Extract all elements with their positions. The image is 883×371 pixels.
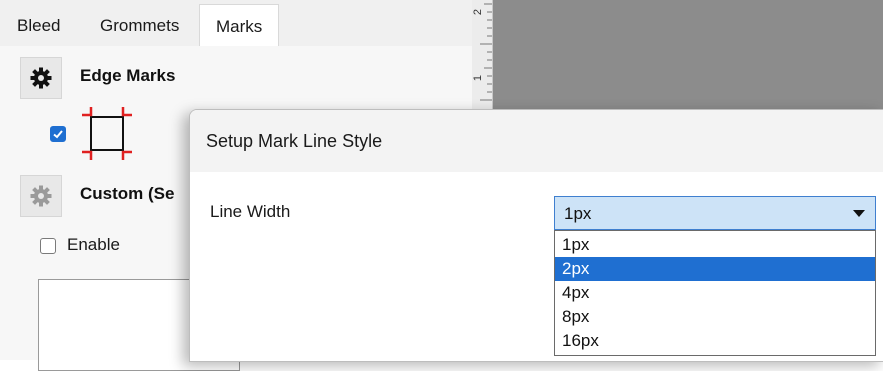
- ruler-ticks: [480, 3, 492, 101]
- edge-marks-preview-icon: [82, 107, 132, 160]
- gear-icon: [30, 67, 52, 89]
- edge-marks-checkbox[interactable]: [50, 126, 66, 142]
- edge-marks-title: Edge Marks: [80, 66, 176, 85]
- tab-marks[interactable]: Marks: [199, 4, 280, 47]
- line-width-label: Line Width: [210, 202, 291, 221]
- edge-marks-settings-button[interactable]: [20, 57, 62, 99]
- enable-label: Enable: [67, 235, 120, 254]
- line-width-selected-value: 1px: [564, 204, 592, 223]
- checkmark-icon: [53, 130, 63, 139]
- ruler-label: 1: [472, 74, 485, 82]
- gear-icon: [30, 185, 52, 207]
- ruler-label: 2: [472, 8, 485, 16]
- custom-marks-title: Custom (Se: [80, 184, 175, 203]
- line-width-option-2px[interactable]: 2px: [555, 257, 875, 281]
- tab-bleed[interactable]: Bleed: [17, 0, 60, 46]
- line-width-select[interactable]: 1px: [554, 196, 876, 230]
- vertical-ruler[interactable]: 2 1: [472, 0, 493, 110]
- line-width-option-4px[interactable]: 4px: [555, 281, 875, 305]
- line-width-dropdown-list: 1px 2px 4px 8px 16px: [554, 230, 876, 356]
- edge-marks-header: Edge Marks: [20, 57, 480, 99]
- dialog-title: Setup Mark Line Style: [206, 131, 383, 151]
- chevron-down-icon: [853, 210, 865, 217]
- line-width-option-8px[interactable]: 8px: [555, 305, 875, 329]
- setup-mark-line-style-dialog: Setup Mark Line Style Line Width 1px 1px…: [189, 109, 883, 362]
- line-width-option-1px[interactable]: 1px: [555, 233, 875, 257]
- dialog-titlebar[interactable]: Setup Mark Line Style: [190, 110, 883, 172]
- custom-marks-settings-button[interactable]: [20, 175, 62, 217]
- enable-checkbox[interactable]: [40, 238, 56, 254]
- tab-bar: Bleed Grommets Marks: [0, 0, 492, 47]
- line-width-option-16px[interactable]: 16px: [555, 329, 875, 353]
- tab-grommets[interactable]: Grommets: [100, 0, 179, 46]
